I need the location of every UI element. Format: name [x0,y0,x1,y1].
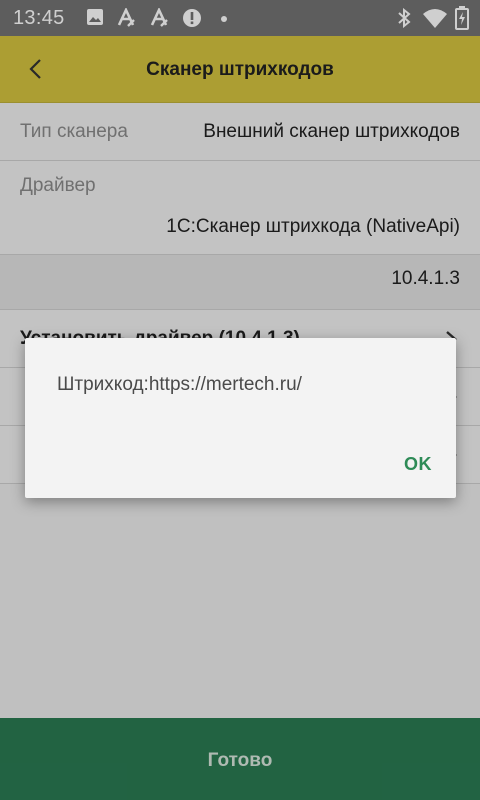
screen: 13:45 Сканер штрихкодов Тип сканера Внеш… [0,0,480,800]
dialog-message: Штрихкод:https://mertech.ru/ [57,374,302,395]
barcode-dialog: Штрихкод:https://mertech.ru/ OK [25,338,456,498]
ok-button[interactable]: OK [404,454,432,475]
